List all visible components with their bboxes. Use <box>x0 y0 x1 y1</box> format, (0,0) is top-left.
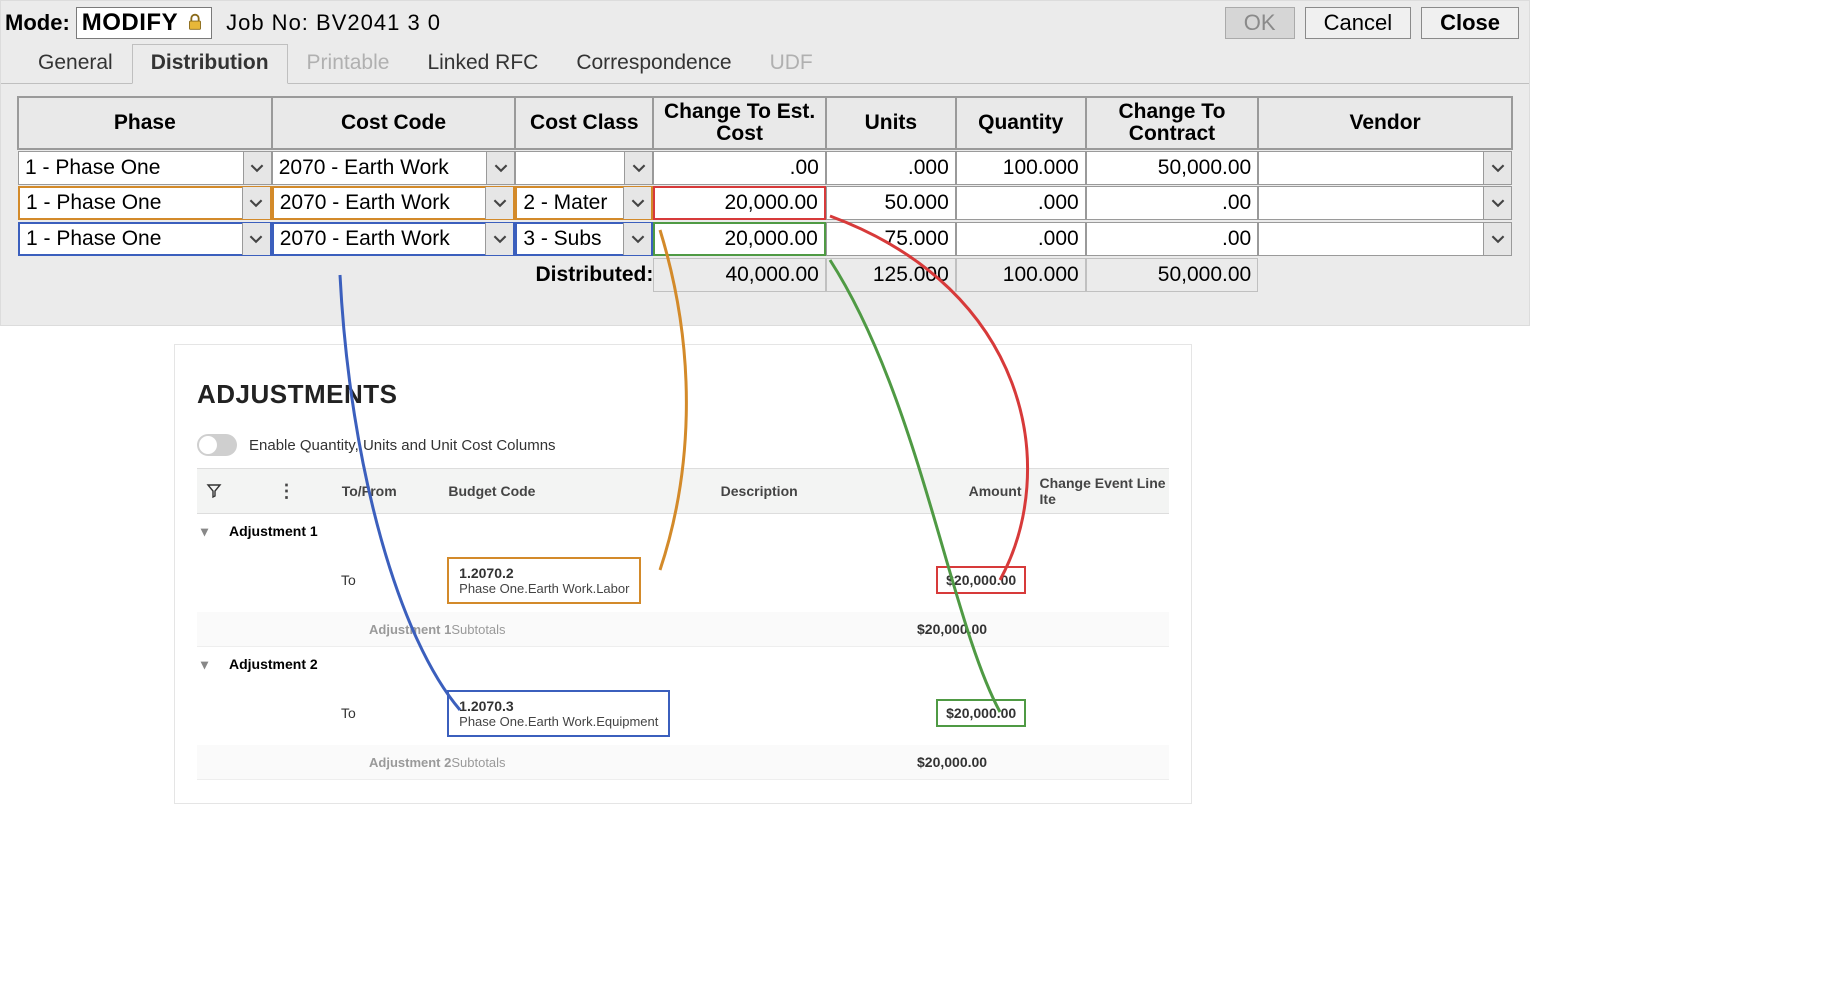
col-cost-class: Cost Class <box>515 97 653 149</box>
chevron-down-icon <box>486 152 514 184</box>
units-input[interactable] <box>826 151 956 185</box>
totals-row: Distributed: <box>18 257 1512 293</box>
col-cost-code: Cost Code <box>272 97 516 149</box>
change-est-input[interactable] <box>653 151 826 185</box>
change-est-input[interactable] <box>653 222 826 256</box>
quantity-input[interactable] <box>956 186 1086 220</box>
amount-value: $20,000.00 <box>936 566 1026 594</box>
adjustment-group: ▾ Adjustment 2 To 1.2070.3 Phase One.Ear… <box>197 647 1169 780</box>
chevron-down-icon <box>1483 152 1511 184</box>
tab-udf: UDF <box>751 44 832 84</box>
total-change-contract <box>1086 258 1259 292</box>
chevron-down-icon <box>242 223 270 255</box>
cost-code-dropdown[interactable]: 2070 - Earth Work <box>272 151 516 185</box>
chevron-down-icon <box>243 152 271 184</box>
mode-label: Mode: <box>5 10 70 36</box>
subtotal-row: Adjustment 2 Subtotals $20,000.00 <box>197 745 1169 779</box>
vendor-dropdown[interactable] <box>1258 222 1512 256</box>
enable-columns-label: Enable Quantity, Units and Unit Cost Col… <box>249 437 556 454</box>
vendor-dropdown[interactable] <box>1258 151 1512 185</box>
col-change-event: Change Event Line Ite <box>1022 475 1169 507</box>
chevron-down-icon <box>1483 223 1511 255</box>
chevron-down-icon <box>242 187 270 219</box>
total-change-est <box>653 258 826 292</box>
amount-value: $20,000.00 <box>936 699 1026 727</box>
chevron-down-icon <box>485 187 513 219</box>
filter-icon[interactable] <box>206 483 222 499</box>
distribution-window: Mode: MODIFY Job No: BV2041 3 0 OK Cance… <box>0 0 1530 326</box>
chevron-down-icon <box>624 152 652 184</box>
chevron-down-icon <box>623 223 651 255</box>
cancel-button[interactable]: Cancel <box>1305 7 1411 39</box>
col-quantity: Quantity <box>956 97 1086 149</box>
close-button[interactable]: Close <box>1421 7 1519 39</box>
subtotal-row: Adjustment 1 Subtotals $20,000.00 <box>197 612 1169 646</box>
col-phase: Phase <box>18 97 272 149</box>
adjustment-group-header[interactable]: ▾ Adjustment 1 <box>197 514 1169 548</box>
chevron-down-icon <box>1483 187 1511 219</box>
window-header: Mode: MODIFY Job No: BV2041 3 0 OK Cance… <box>1 1 1529 43</box>
change-contract-input[interactable] <box>1086 222 1259 256</box>
totals-label: Distributed: <box>18 257 653 293</box>
job-no-value: BV2041 3 0 <box>316 10 441 35</box>
mode-value: MODIFY <box>82 9 178 37</box>
cost-code-dropdown[interactable]: 2070 - Earth Work <box>272 186 516 220</box>
collapse-icon: ▾ <box>201 523 213 540</box>
tab-distribution[interactable]: Distribution <box>132 44 288 84</box>
lock-icon <box>184 11 206 35</box>
change-est-input[interactable] <box>653 186 826 220</box>
phase-dropdown[interactable]: 1 - Phase One <box>18 186 272 220</box>
column-menu-icon[interactable]: ⋮ <box>278 482 296 500</box>
change-contract-input[interactable] <box>1086 186 1259 220</box>
adjustment-group: ▾ Adjustment 1 To 1.2070.2 Phase One.Ear… <box>197 514 1169 647</box>
distribution-grid: Phase Cost Code Cost Class Change To Est… <box>17 96 1513 293</box>
adjustments-header: ⋮ To/From Budget Code Description Amount… <box>197 468 1169 514</box>
cost-class-dropdown[interactable]: 3 - Subs <box>515 222 653 256</box>
budget-code-box: 1.2070.3 Phase One.Earth Work.Equipment <box>447 690 670 737</box>
tab-printable: Printable <box>288 44 409 84</box>
col-vendor: Vendor <box>1258 97 1512 149</box>
vendor-dropdown[interactable] <box>1258 186 1512 220</box>
table-row: 1 - Phase One 2070 - Earth Work 2 - Mate… <box>18 185 1512 221</box>
phase-dropdown[interactable]: 1 - Phase One <box>18 222 272 256</box>
col-change-est: Change To Est. Cost <box>653 97 826 149</box>
cost-code-dropdown[interactable]: 2070 - Earth Work <box>272 222 516 256</box>
total-quantity <box>956 258 1086 292</box>
job-no-label-value: Job No: BV2041 3 0 <box>226 10 441 36</box>
chevron-down-icon <box>623 187 651 219</box>
tab-correspondence[interactable]: Correspondence <box>557 44 750 84</box>
quantity-input[interactable] <box>956 151 1086 185</box>
change-contract-input[interactable] <box>1086 151 1259 185</box>
tofrom-value: To <box>341 681 447 745</box>
job-no-label: Job No: <box>226 10 309 35</box>
tab-linked-rfc[interactable]: Linked RFC <box>408 44 557 84</box>
col-description: Description <box>721 483 940 499</box>
cost-class-dropdown[interactable]: 2 - Mater <box>515 186 653 220</box>
total-units <box>826 258 956 292</box>
tofrom-value: To <box>341 548 447 612</box>
units-input[interactable] <box>826 186 956 220</box>
budget-code-box: 1.2070.2 Phase One.Earth Work.Labor <box>447 557 641 604</box>
quantity-input[interactable] <box>956 222 1086 256</box>
col-tofrom: To/From <box>342 483 449 499</box>
cost-class-dropdown[interactable] <box>515 151 653 185</box>
phase-dropdown[interactable]: 1 - Phase One <box>18 151 272 185</box>
col-units: Units <box>826 97 956 149</box>
collapse-icon: ▾ <box>201 656 213 673</box>
enable-columns-toggle[interactable] <box>197 434 237 456</box>
ok-button[interactable]: OK <box>1225 7 1295 39</box>
mode-box: MODIFY <box>76 7 212 39</box>
col-budget: Budget Code <box>448 483 720 499</box>
table-row: 1 - Phase One 2070 - Earth Work <box>18 149 1512 185</box>
adjustment-group-header[interactable]: ▾ Adjustment 2 <box>197 647 1169 681</box>
col-amount: Amount <box>940 483 1022 499</box>
tabs: General Distribution Printable Linked RF… <box>1 43 1529 84</box>
chevron-down-icon <box>485 223 513 255</box>
adjustments-panel: ADJUSTMENTS Enable Quantity, Units and U… <box>174 344 1192 804</box>
col-change-contract: Change To Contract <box>1086 97 1259 149</box>
adjustments-title: ADJUSTMENTS <box>197 379 1169 410</box>
table-row: 1 - Phase One 2070 - Earth Work 3 - Subs <box>18 221 1512 257</box>
tab-general[interactable]: General <box>19 44 132 84</box>
units-input[interactable] <box>826 222 956 256</box>
